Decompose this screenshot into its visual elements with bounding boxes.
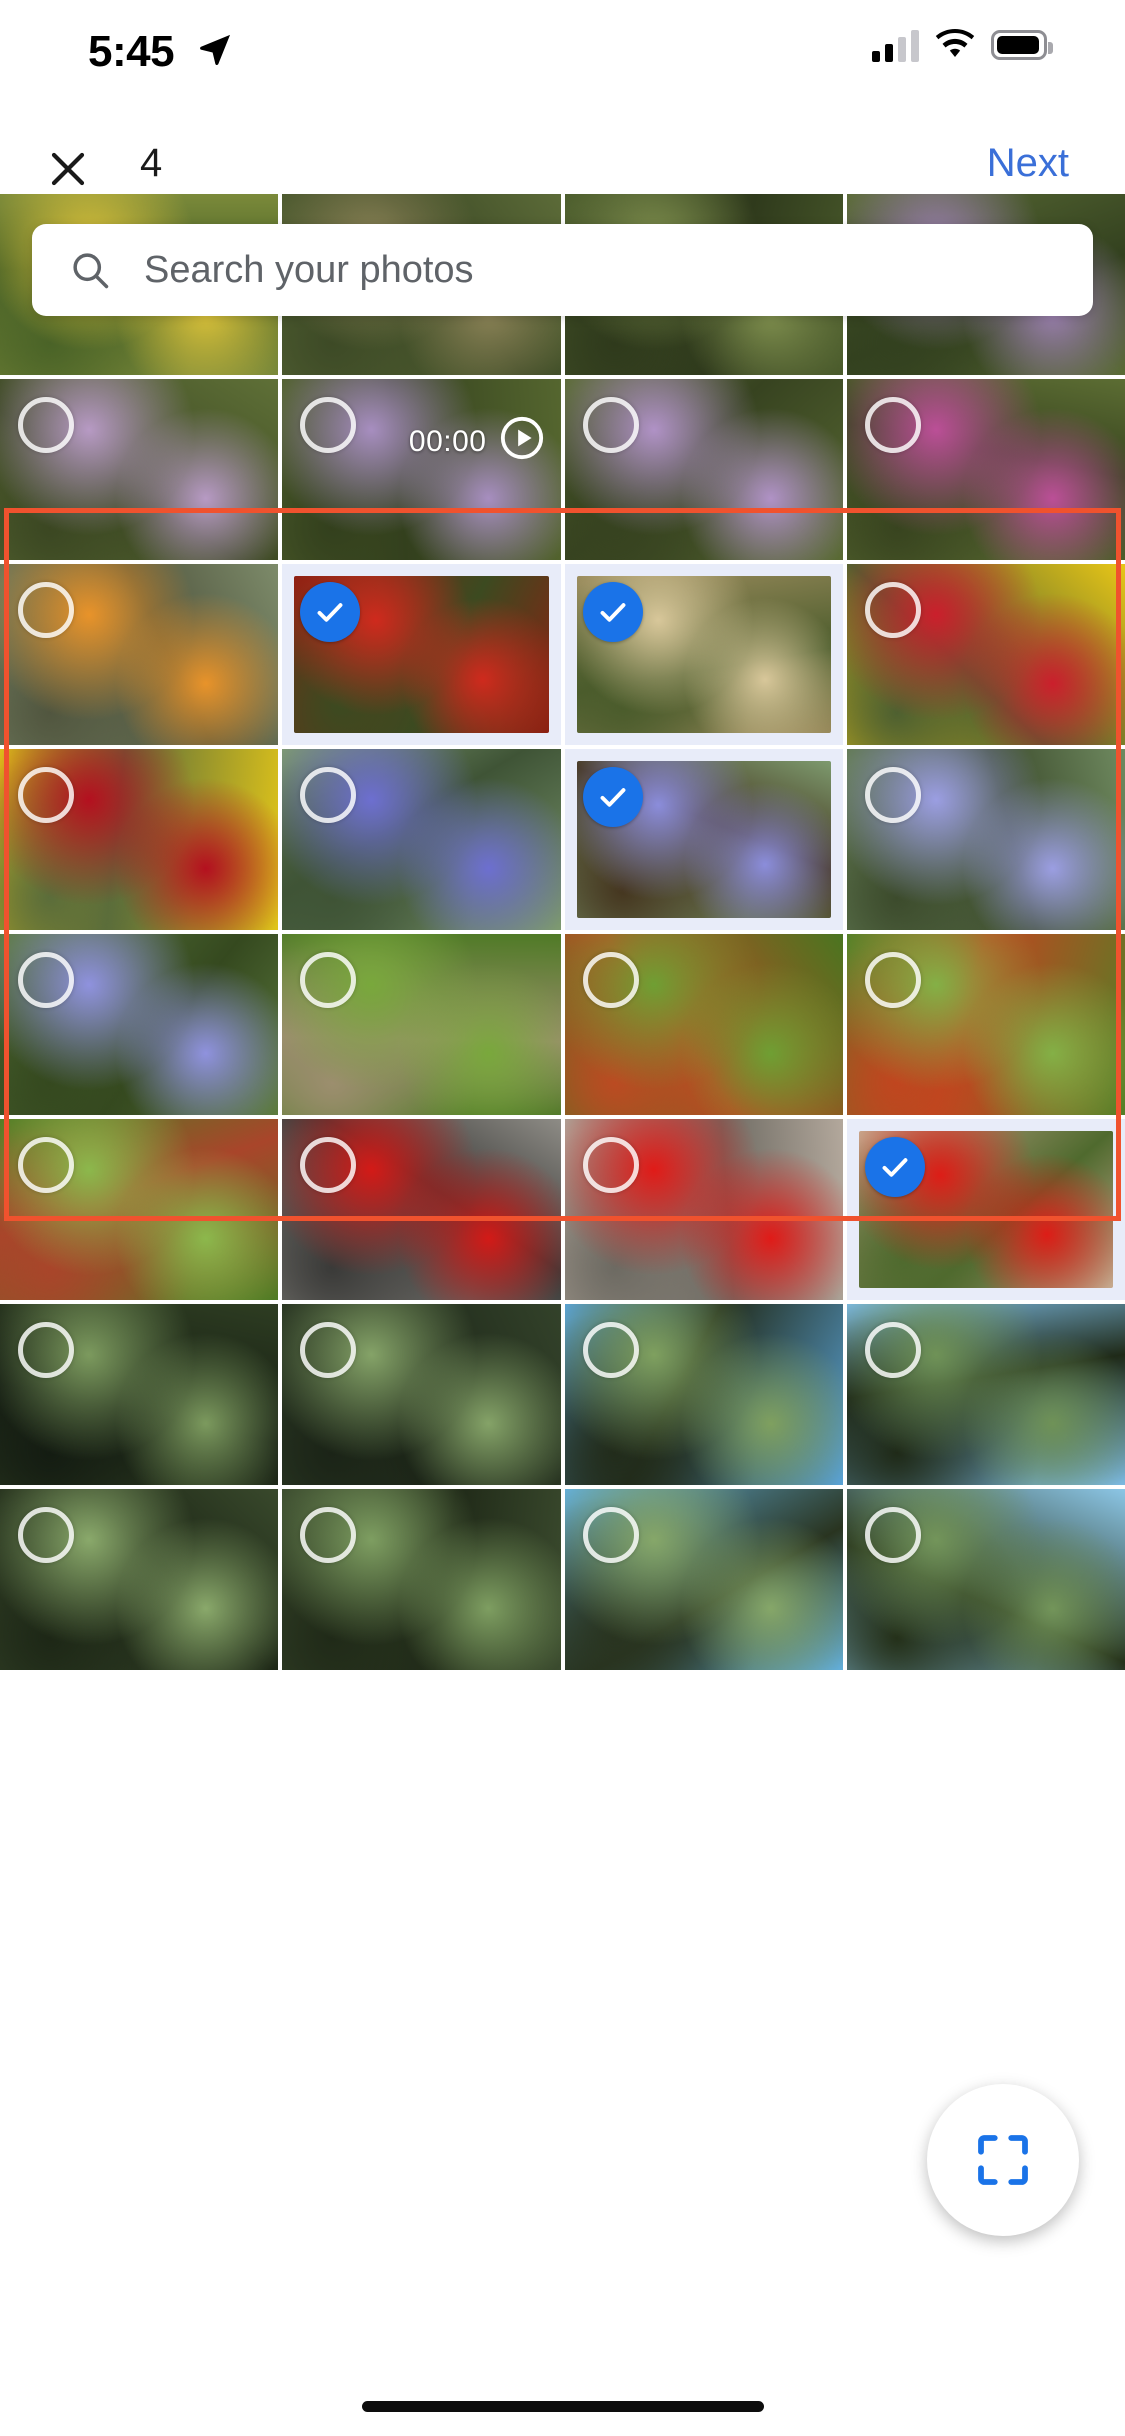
select-circle-icon[interactable] <box>864 1507 921 1563</box>
selected-check-icon[interactable] <box>864 1137 925 1197</box>
select-circle-icon[interactable] <box>18 767 74 823</box>
fullscreen-expand-icon <box>978 2135 1028 2185</box>
select-circle-icon[interactable] <box>300 1137 357 1193</box>
photo-tile[interactable] <box>282 1119 561 1300</box>
photo-tile[interactable] <box>0 1304 279 1485</box>
select-circle-icon[interactable] <box>300 952 357 1008</box>
select-circle-icon[interactable] <box>18 397 74 453</box>
selected-count-label: 4 <box>140 140 163 185</box>
fullscreen-expand-fab[interactable] <box>927 2084 1079 2236</box>
select-circle-icon[interactable] <box>300 1322 357 1378</box>
select-circle-icon[interactable] <box>18 1507 74 1563</box>
photo-tile[interactable] <box>846 1119 1125 1300</box>
status-bar: 5:45 <box>0 0 1125 132</box>
select-circle-icon[interactable] <box>582 1137 639 1193</box>
photo-tile[interactable] <box>0 934 279 1115</box>
photo-tile[interactable] <box>564 379 843 560</box>
battery-icon <box>991 30 1053 60</box>
photo-tile[interactable] <box>0 379 279 560</box>
select-circle-icon[interactable] <box>864 1322 921 1378</box>
photo-tile[interactable] <box>564 1304 843 1485</box>
select-circle-icon[interactable] <box>864 582 921 638</box>
photo-tile[interactable] <box>282 749 561 930</box>
select-circle-icon[interactable] <box>582 1507 639 1563</box>
photo-tile[interactable] <box>564 934 843 1115</box>
photo-tile[interactable] <box>846 564 1125 745</box>
search-icon <box>68 248 112 292</box>
photo-tile[interactable] <box>0 1119 279 1300</box>
close-icon[interactable] <box>38 140 98 198</box>
photo-tile[interactable]: 00:00 <box>282 379 561 560</box>
status-indicators <box>872 28 1053 62</box>
signal-bars-icon <box>872 28 919 62</box>
next-button[interactable]: Next <box>987 132 1069 194</box>
photo-tile[interactable] <box>0 1489 279 1670</box>
photo-picker-screen: 00:00 5:45 4 Next Search your photos <box>0 0 1125 2436</box>
photo-tile[interactable] <box>846 934 1125 1115</box>
select-circle-icon[interactable] <box>300 397 357 453</box>
select-circle-icon[interactable] <box>582 1322 639 1378</box>
photo-tile[interactable] <box>282 1489 561 1670</box>
photo-tile[interactable] <box>0 564 279 745</box>
photo-tile[interactable] <box>846 379 1125 560</box>
home-indicator[interactable] <box>361 2401 764 2412</box>
select-circle-icon[interactable] <box>864 952 921 1008</box>
location-arrow-icon <box>196 30 234 68</box>
navigation-bar: 4 Next <box>0 132 1125 194</box>
video-duration-badge: 00:00 <box>409 415 545 469</box>
select-circle-icon[interactable] <box>18 1137 74 1193</box>
photo-tile[interactable] <box>282 1304 561 1485</box>
select-circle-icon[interactable] <box>582 397 639 453</box>
video-duration-label: 00:00 <box>408 425 487 458</box>
wifi-icon <box>935 29 975 57</box>
select-circle-icon[interactable] <box>300 767 357 823</box>
photo-tile[interactable] <box>564 1489 843 1670</box>
photo-tile[interactable] <box>282 934 561 1115</box>
select-circle-icon[interactable] <box>18 582 74 638</box>
photo-tile[interactable] <box>564 749 843 930</box>
play-circle-icon[interactable] <box>499 415 545 469</box>
photo-tile[interactable] <box>846 1489 1125 1670</box>
photo-tile[interactable] <box>564 1119 843 1300</box>
select-circle-icon[interactable] <box>582 952 639 1008</box>
search-input[interactable]: Search your photos <box>144 249 474 292</box>
selected-check-icon[interactable] <box>582 582 643 642</box>
select-circle-icon[interactable] <box>300 1507 357 1563</box>
select-circle-icon[interactable] <box>864 767 921 823</box>
photo-tile[interactable] <box>0 749 279 930</box>
select-circle-icon[interactable] <box>18 952 74 1008</box>
selected-check-icon[interactable] <box>300 582 361 642</box>
photo-tile[interactable] <box>846 1304 1125 1485</box>
search-bar[interactable]: Search your photos <box>32 224 1093 316</box>
photo-tile[interactable] <box>564 564 843 745</box>
photo-tile[interactable] <box>846 749 1125 930</box>
photo-tile[interactable] <box>282 564 561 745</box>
select-circle-icon[interactable] <box>18 1322 74 1378</box>
selected-check-icon[interactable] <box>582 767 643 827</box>
status-time: 5:45 <box>88 27 175 76</box>
photo-grid[interactable]: 00:00 <box>0 194 1125 2384</box>
select-circle-icon[interactable] <box>864 397 921 453</box>
